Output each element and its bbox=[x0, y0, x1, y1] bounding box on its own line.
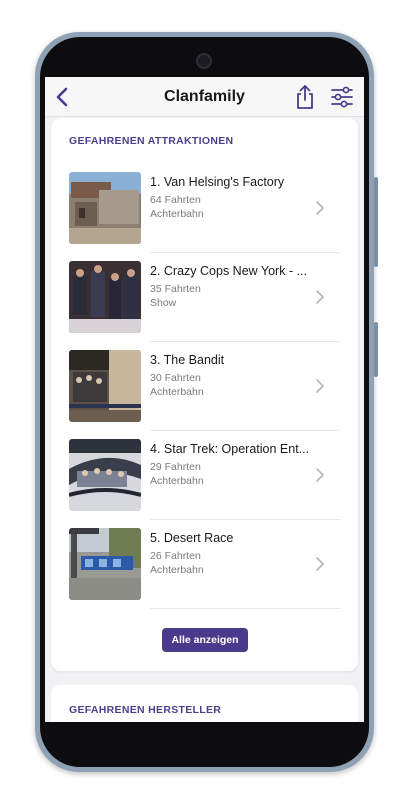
list-item[interactable]: 1. Van Helsing's Factory 64 Fahrten Acht… bbox=[51, 164, 358, 253]
ride-count: 30 Fahrten bbox=[150, 372, 201, 384]
attractions-card: GEFAHRENEN ATTRAKTIONEN 1. Van Helsing's… bbox=[51, 118, 358, 671]
attraction-thumbnail bbox=[69, 172, 141, 244]
attraction-name: 1. Van Helsing's Factory bbox=[150, 175, 285, 189]
attraction-type: Show bbox=[150, 297, 177, 309]
chevron-right-icon bbox=[316, 557, 324, 571]
attraction-name: 3. The Bandit bbox=[150, 353, 225, 367]
divider bbox=[150, 608, 340, 609]
sliders-icon bbox=[331, 86, 353, 108]
share-icon bbox=[297, 85, 313, 109]
filter-button[interactable] bbox=[330, 86, 354, 108]
attraction-type: Achterbahn bbox=[150, 386, 204, 398]
attraction-type: Achterbahn bbox=[150, 208, 204, 220]
attraction-type: Achterbahn bbox=[150, 564, 204, 576]
list-item[interactable]: 2. Crazy Cops New York - ... 35 Fahrten … bbox=[51, 253, 358, 342]
section-title-manufacturers: GEFAHRENEN HERSTELLER bbox=[69, 704, 222, 716]
power-button bbox=[374, 322, 378, 377]
attraction-name: 4. Star Trek: Operation Ent... bbox=[150, 442, 310, 456]
ride-count: 26 Fahrten bbox=[150, 550, 201, 562]
attraction-thumbnail bbox=[69, 528, 141, 600]
list-item[interactable]: 4. Star Trek: Operation Ent... 29 Fahrte… bbox=[51, 431, 358, 520]
volume-button bbox=[374, 177, 378, 267]
chevron-right-icon bbox=[316, 290, 324, 304]
attraction-type: Achterbahn bbox=[150, 475, 204, 487]
show-all-button[interactable]: Alle anzeigen bbox=[162, 628, 248, 652]
chevron-right-icon bbox=[316, 201, 324, 215]
ride-count: 29 Fahrten bbox=[150, 461, 201, 473]
share-button[interactable] bbox=[293, 84, 317, 110]
list-item[interactable]: 5. Desert Race 26 Fahrten Achterbahn bbox=[51, 520, 358, 609]
attraction-name: 2. Crazy Cops New York - ... bbox=[150, 264, 308, 278]
attraction-thumbnail bbox=[69, 439, 141, 511]
ride-count: 64 Fahrten bbox=[150, 194, 201, 206]
app-screen: Clanfamily GEFAHRENEN ATTRAKTIONEN 1. Va… bbox=[45, 77, 364, 722]
ride-count: 35 Fahrten bbox=[150, 283, 201, 295]
front-camera bbox=[196, 53, 212, 69]
attraction-thumbnail bbox=[69, 261, 141, 333]
attraction-name: 5. Desert Race bbox=[150, 531, 234, 545]
chevron-right-icon bbox=[316, 468, 324, 482]
chevron-right-icon bbox=[316, 379, 324, 393]
manufacturers-card: GEFAHRENEN HERSTELLER bbox=[51, 685, 358, 722]
section-title-attractions: GEFAHRENEN ATTRAKTIONEN bbox=[69, 135, 234, 147]
navigation-bar: Clanfamily bbox=[45, 77, 364, 117]
attraction-thumbnail bbox=[69, 350, 141, 422]
list-item[interactable]: 3. The Bandit 30 Fahrten Achterbahn bbox=[51, 342, 358, 431]
